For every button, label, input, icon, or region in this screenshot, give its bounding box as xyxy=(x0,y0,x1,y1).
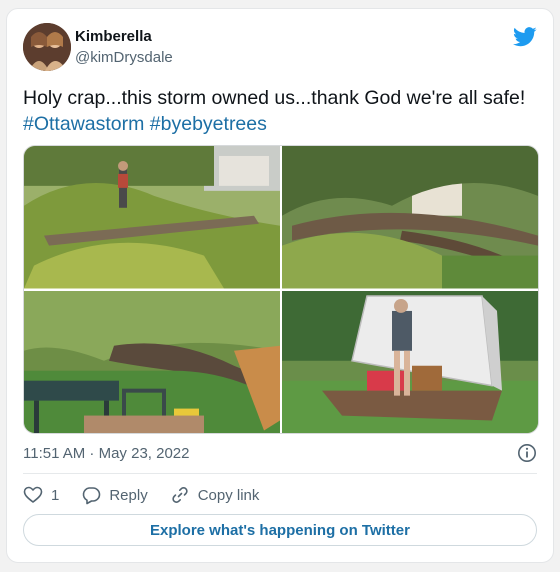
hashtag-ottawastorm[interactable]: #Ottawastorm xyxy=(23,113,144,135)
tweet-text: Holy crap...this storm owned us...thank … xyxy=(23,85,543,137)
divider xyxy=(23,473,537,474)
like-button[interactable]: 1 xyxy=(23,485,59,505)
info-icon[interactable] xyxy=(517,443,537,463)
copy-link-button[interactable]: Copy link xyxy=(170,485,260,505)
photo-patio-table-tree[interactable] xyxy=(24,290,280,433)
tweet-body: Holy crap...this storm owned us...thank … xyxy=(23,87,526,109)
twitter-bird-icon[interactable] xyxy=(513,27,537,47)
reply-label: Reply xyxy=(109,486,148,504)
media-grid xyxy=(23,145,539,434)
hashtag-byebyetrees[interactable]: #byebyetrees xyxy=(150,113,267,135)
user-handle[interactable]: @kimDrysdale xyxy=(75,49,173,66)
tweet-card: Kimberella @kimDrysdale Holy crap...this… xyxy=(6,8,554,563)
reply-bubble-icon xyxy=(83,487,101,505)
tweet-timestamp[interactable]: 11:51 AM · May 23, 2022 xyxy=(23,445,190,462)
reply-button[interactable]: Reply xyxy=(81,485,148,505)
heart-icon xyxy=(23,486,43,503)
like-count: 1 xyxy=(51,486,60,504)
copy-link-label: Copy link xyxy=(197,486,260,504)
explore-twitter-button[interactable]: Explore what's happening on Twitter xyxy=(23,514,537,546)
photo-tipped-shed[interactable] xyxy=(282,290,538,433)
action-bar: 1 Reply Copy link xyxy=(23,483,281,507)
avatar[interactable] xyxy=(23,23,71,71)
user-name[interactable]: Kimberella xyxy=(75,28,152,45)
link-icon xyxy=(172,487,188,503)
photo-fallen-tree-yard[interactable] xyxy=(24,146,280,289)
photo-uprooted-tree-shed[interactable] xyxy=(282,146,538,289)
